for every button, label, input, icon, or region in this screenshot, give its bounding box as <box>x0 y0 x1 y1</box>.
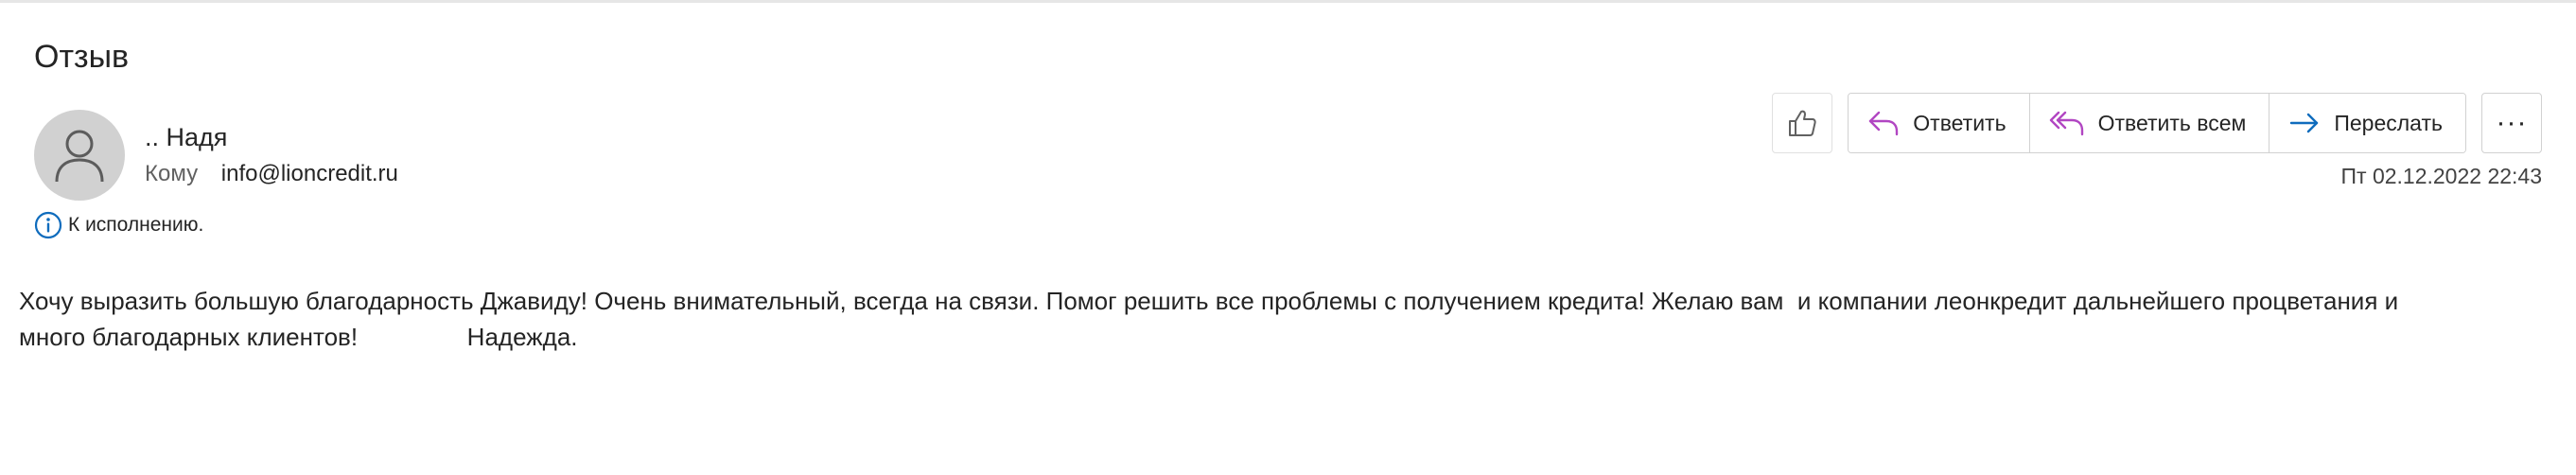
reply-all-label: Ответить всем <box>2097 110 2247 135</box>
message-date: Пт 02.12.2022 22:43 <box>2340 164 2542 188</box>
more-actions-button[interactable]: ··· <box>2481 93 2542 153</box>
reply-all-button[interactable]: Ответить всем <box>2029 94 2270 152</box>
sender-name[interactable]: .. Надя <box>145 123 227 152</box>
message-body: Хочу выразить большую благодарность Джав… <box>19 283 2535 355</box>
info-icon <box>34 211 62 239</box>
forward-label: Переслать <box>2334 110 2443 135</box>
reply-label: Ответить <box>1913 110 2006 135</box>
reply-all-arrow-icon <box>2049 111 2083 136</box>
avatar[interactable] <box>34 110 125 201</box>
to-label: Кому <box>145 161 199 186</box>
email-reading-pane: Отзыв .. Надя Кому info@lioncredit.ru К … <box>0 0 2576 475</box>
status-text: К исполнению. <box>68 214 204 236</box>
reply-button[interactable]: Ответить <box>1849 94 2030 152</box>
person-icon <box>55 130 104 183</box>
forward-arrow-icon <box>2290 113 2319 133</box>
body-line: Хочу выразить большую благодарность Джав… <box>19 287 2399 315</box>
like-button[interactable] <box>1772 93 1833 153</box>
message-actions: Ответить Ответить всем Переслать ··· <box>1772 93 2542 153</box>
ellipsis-icon: ··· <box>2496 107 2528 138</box>
body-line: много благодарных клиентов! Надежда. <box>19 323 578 351</box>
recipient-address[interactable]: info@lioncredit.ru <box>221 161 398 186</box>
reply-arrow-icon <box>1869 111 1899 136</box>
message-status: К исполнению. <box>34 211 203 239</box>
thumbs-up-icon <box>1789 110 1816 136</box>
email-subject: Отзыв <box>34 39 130 75</box>
reply-button-group: Ответить Ответить всем Переслать <box>1848 93 2466 153</box>
recipient-row: Кому info@lioncredit.ru <box>145 161 398 187</box>
forward-button[interactable]: Переслать <box>2269 94 2465 152</box>
